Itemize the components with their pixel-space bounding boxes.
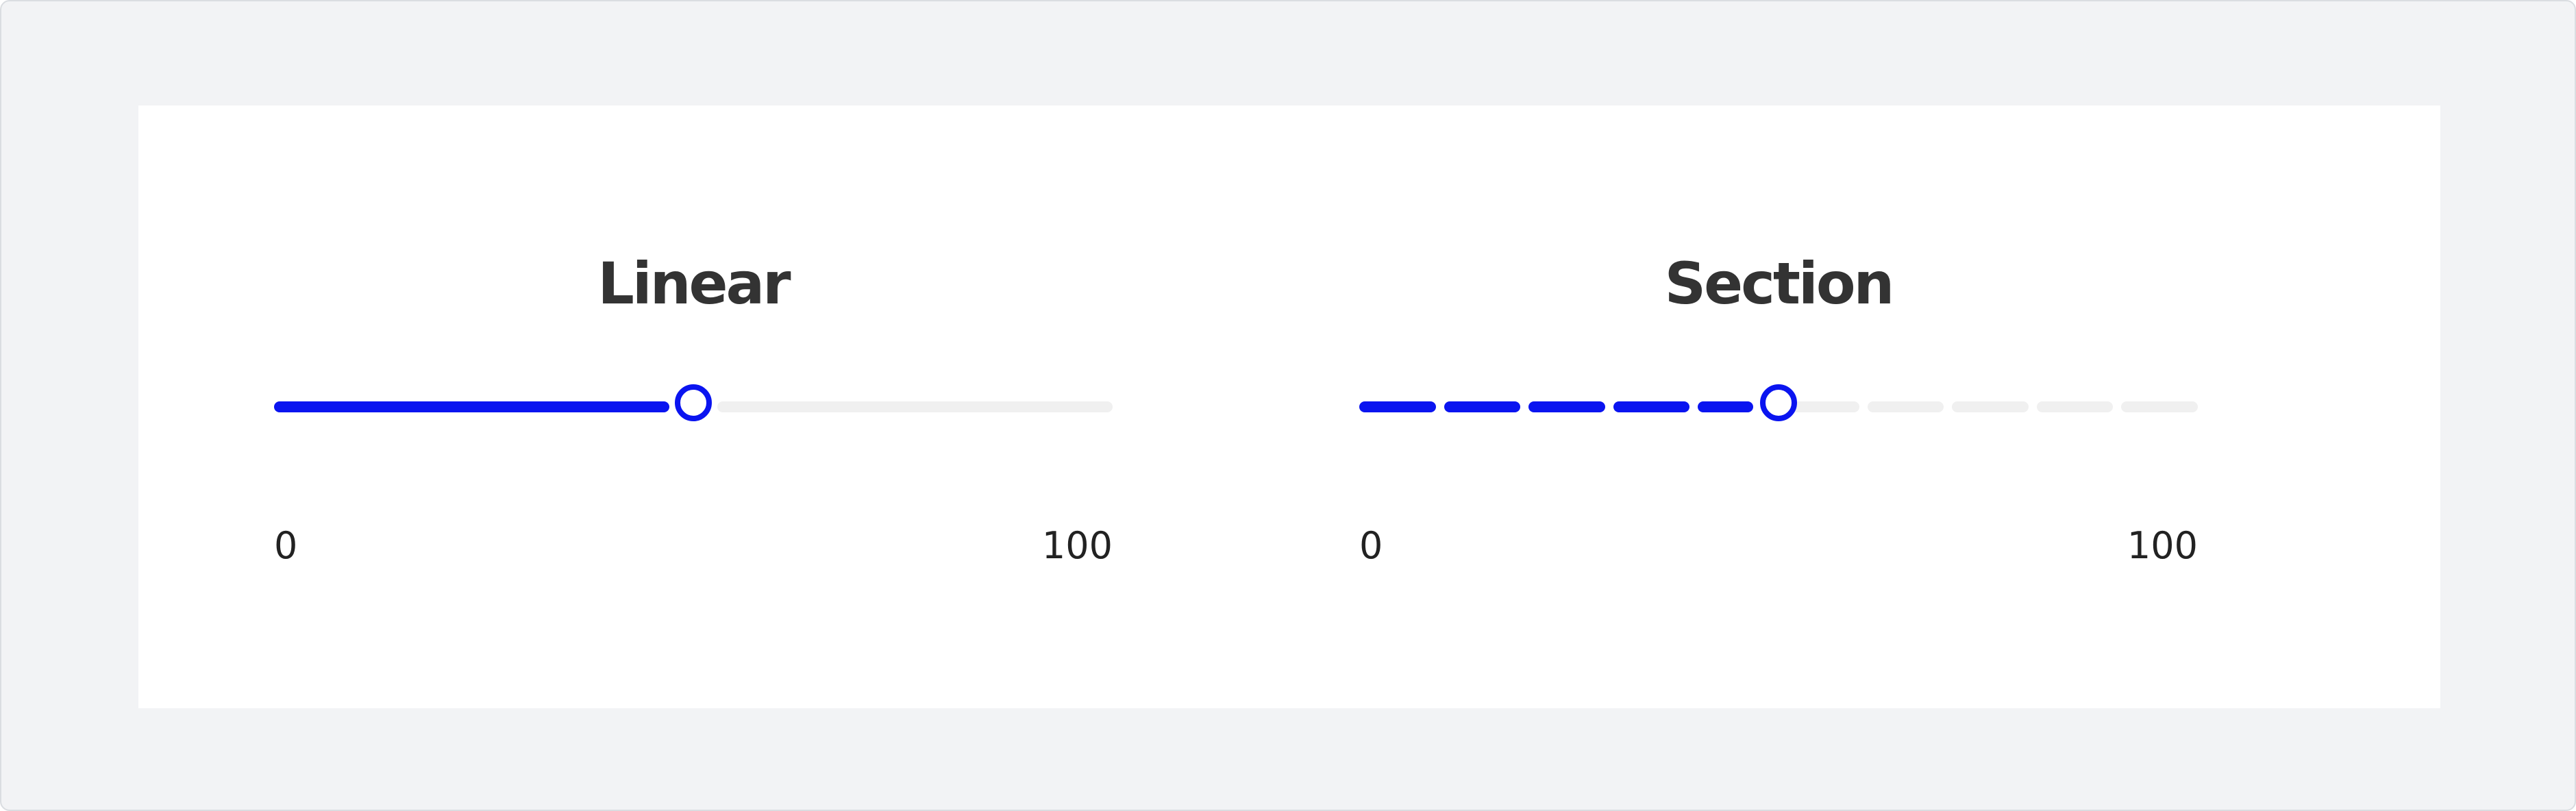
section-slider-segment (1444, 401, 1521, 412)
section-slider-segment (1952, 401, 2029, 412)
window-frame: Linear 0 100 Section 0 100 (0, 0, 2576, 811)
section-slider-thumb[interactable] (1760, 384, 1797, 421)
linear-slider-max-label: 100 (1041, 524, 1113, 567)
section-slider-segment (1359, 401, 1436, 412)
linear-slider-thumb[interactable] (675, 384, 712, 421)
section-slider-title: Section (1664, 250, 1895, 317)
linear-slider-min-label: 0 (274, 524, 298, 567)
section-slider-segment (1613, 401, 1690, 412)
section-slider-segment (2036, 401, 2114, 412)
slider-card: Linear 0 100 Section 0 100 (138, 105, 2440, 708)
linear-slider-remaining (717, 401, 1113, 412)
section-slider-segment (1528, 401, 1605, 412)
linear-slider-title: Linear (597, 250, 791, 317)
section-slider: Section 0 100 (1359, 105, 2198, 708)
section-slider-min-label: 0 (1359, 524, 1383, 567)
linear-slider-fill (274, 401, 669, 412)
section-slider-segment (1790, 401, 1859, 412)
section-slider-segment (2121, 401, 2198, 412)
section-slider-segment (1867, 401, 1944, 412)
section-slider-segment (1698, 401, 1753, 412)
linear-slider: Linear 0 100 (274, 105, 1113, 708)
section-slider-max-label: 100 (2127, 524, 2198, 567)
